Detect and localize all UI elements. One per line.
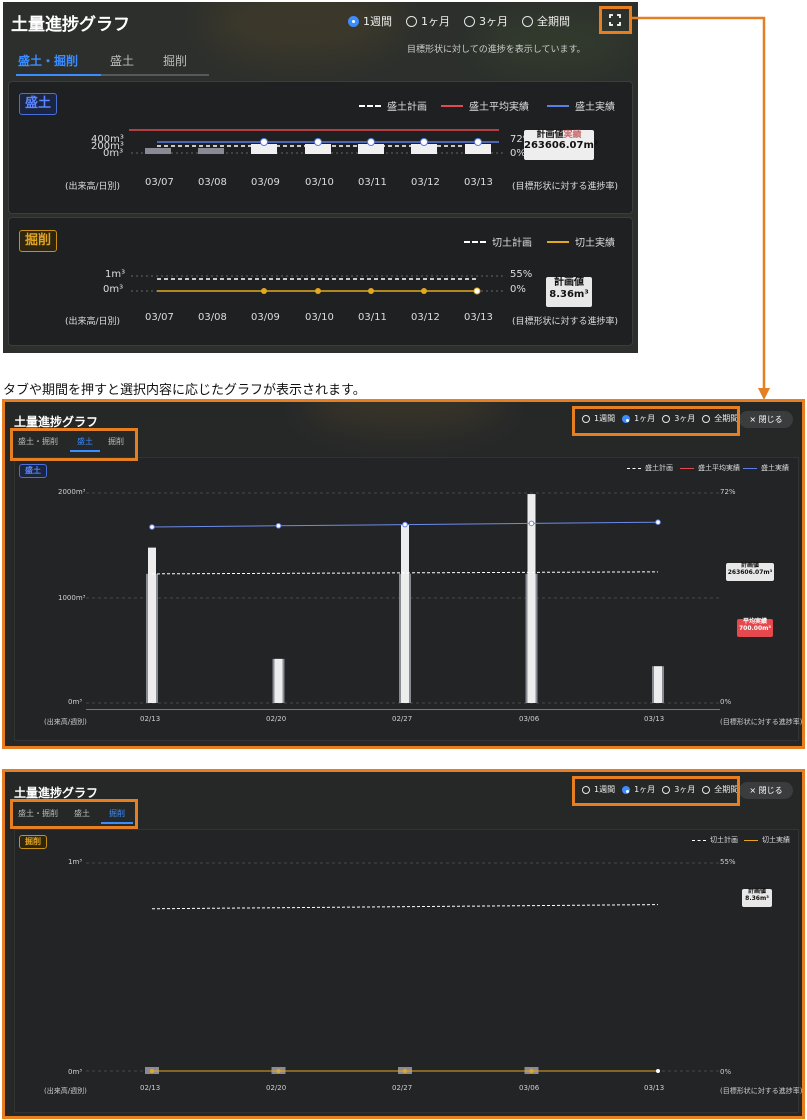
point [261, 288, 267, 294]
point [420, 138, 428, 146]
caption-text: タブや期間を押すと選択内容に応じたグラフが表示されます。 [3, 383, 366, 398]
point [473, 287, 481, 295]
page-title: 土量進捗グラフ [11, 15, 130, 35]
radio-icon [406, 15, 417, 27]
radio-icon [348, 15, 359, 27]
point [314, 138, 322, 146]
annotation-periods [572, 406, 740, 436]
period-1week[interactable]: 1週間 [348, 13, 392, 29]
radio-icon [464, 15, 475, 27]
x-tick: 03/08 [198, 177, 227, 188]
period-3months[interactable]: 3ヶ月 [464, 13, 508, 29]
radio-icon [522, 15, 533, 27]
period-all[interactable]: 全期間 [522, 13, 570, 29]
tab-cut[interactable]: 掘削 [163, 52, 187, 69]
x-tick: 03/10 [305, 177, 334, 188]
progress-panel: 土量進捗グラフ 1週間 1ヶ月 3ヶ月 全期間 目標形状に対しての進捗を表示して… [3, 2, 638, 353]
period-1month[interactable]: 1ヶ月 [406, 13, 450, 29]
bar [145, 148, 171, 154]
point [367, 138, 375, 146]
fill-chart-card: 盛土 盛土計画 盛土平均実績 盛土実績 400m³ 200m³ 0m³ 72% … [8, 81, 633, 214]
annotation-tabs [10, 428, 138, 461]
tab-underline [16, 74, 101, 76]
annotation-tabs [10, 799, 138, 829]
period-selector[interactable]: 1週間 1ヶ月 3ヶ月 全期間 [348, 13, 570, 29]
point [421, 288, 427, 294]
x-tick: 03/11 [358, 177, 387, 188]
annotation-periods [572, 776, 740, 806]
right-caption: (目標形状に対する進捗率) [512, 182, 619, 192]
progress-note: 目標形状に対しての進捗を表示しています。 [407, 45, 586, 55]
x-tick: 03/08 [198, 312, 227, 323]
left-caption: (出来高/日別) [65, 317, 121, 327]
cut-chart-card: 掘削 切土計画 切土実績 1m³ 0m³ 55% 0% 計画値 8.36m³ (… [8, 217, 633, 346]
x-tick: 03/09 [251, 177, 280, 188]
right-caption: (目標形状に対する進捗率) [512, 317, 619, 327]
x-tick: 03/12 [411, 312, 440, 323]
point [368, 288, 374, 294]
annotation-highlight [599, 6, 632, 34]
x-tick: 03/09 [251, 312, 280, 323]
tab-fill-cut[interactable]: 盛土・掘削 [18, 52, 78, 69]
left-caption: (出来高/日別) [65, 182, 121, 192]
plan-value-box: 計画値実績 263606.07m³ [524, 130, 598, 160]
annotation-arrow [632, 16, 770, 400]
x-tick: 03/13 [464, 177, 493, 188]
x-tick: 03/07 [145, 312, 174, 323]
x-tick: 03/10 [305, 312, 334, 323]
point [474, 138, 482, 146]
point [260, 138, 268, 146]
x-tick: 03/13 [464, 312, 493, 323]
x-tick: 03/11 [358, 312, 387, 323]
point [315, 288, 321, 294]
x-tick: 03/07 [145, 177, 174, 188]
tab-fill[interactable]: 盛土 [110, 52, 134, 69]
bar [198, 148, 224, 154]
x-tick: 03/12 [411, 177, 440, 188]
plan-value-box: 計画値 8.36m³ [546, 277, 592, 307]
tab-divider [101, 74, 209, 76]
